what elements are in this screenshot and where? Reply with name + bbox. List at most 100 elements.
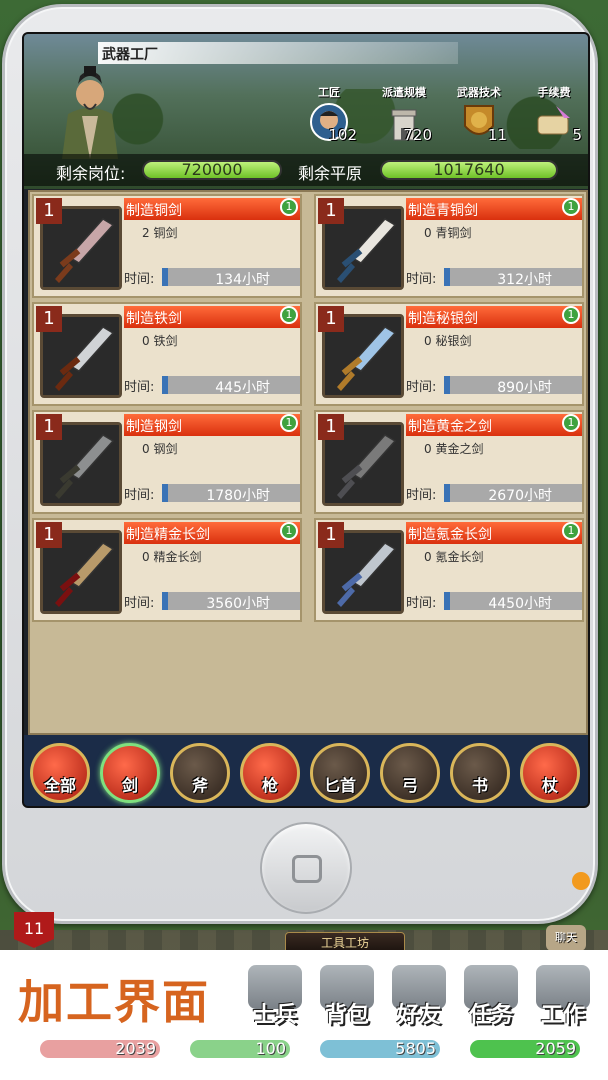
category-tabs: 全部 剑 斧 枪 匕首 弓 书 杖 (24, 735, 588, 806)
factory-header: 武器工厂 工匠 102 派遣规模 720 武器技术 11 手续费 5 剩余岗位:… (24, 34, 588, 189)
menu-soldier[interactable]: 士兵 (240, 965, 310, 1029)
item-name-bar: 制造氪金长剑 (406, 522, 582, 544)
item-stock: 0 氪金长剑 (424, 550, 484, 564)
weapon-card[interactable]: 1 制造精金长剑 1 0 精金长剑 时间: 3560小时 (32, 518, 302, 622)
weapon-card[interactable]: 1 制造秘银剑 1 0 秘银剑 时间: 890小时 (314, 302, 584, 406)
tab-sword[interactable]: 剑 (100, 743, 160, 803)
item-name-bar: 制造青铜剑 (406, 198, 582, 220)
tab-axe[interactable]: 斧 (170, 743, 230, 803)
screen-caption: 加工界面 (18, 975, 210, 1029)
item-count-badge: 1 (562, 198, 580, 216)
item-name-bar: 制造铜剑 (124, 198, 300, 220)
item-stock: 2 铜剑 (142, 226, 178, 240)
menu-friends[interactable]: 好友 (384, 965, 454, 1029)
chat-label: 聊天 (555, 931, 577, 944)
tab-spear[interactable]: 枪 (240, 743, 300, 803)
time-label: 时间: (406, 596, 437, 611)
time-label: 时间: (124, 596, 155, 611)
item-quantity: 1 (36, 414, 62, 440)
stat-label: 派遣规模 (382, 86, 426, 99)
tab-label: 匕首 (323, 776, 356, 795)
item-name-bar: 制造黄金之剑 (406, 414, 582, 436)
weapon-card[interactable]: 1 制造黄金之剑 1 0 黄金之剑 时间: 2670小时 (314, 410, 584, 514)
tab-bow[interactable]: 弓 (380, 743, 440, 803)
land-bar: 1017640 (380, 160, 558, 180)
stat-dispatch: 派遣规模 720 (374, 84, 434, 144)
phone-frame: 武器工厂 工匠 102 派遣规模 720 武器技术 11 手续费 5 剩余岗位:… (2, 4, 598, 924)
hud-resource-value: 100 (255, 1039, 286, 1058)
hud-resource-value: 5805 (395, 1039, 436, 1058)
jobs-value: 720000 (181, 160, 243, 179)
time-value: 312小时 (497, 272, 552, 288)
time-value: 2670小时 (488, 488, 552, 504)
item-stock: 0 秘银剑 (424, 334, 472, 348)
item-name: 制造钢剑 (126, 419, 182, 435)
time-bar: 1780小时 (162, 484, 300, 504)
menu-quest-book[interactable]: 任务 (456, 965, 526, 1029)
stat-fee: 手续费 5 (524, 84, 584, 144)
time-bar: 3560小时 (162, 592, 300, 612)
menu-label: 士兵 (252, 1003, 297, 1028)
item-quantity: 1 (36, 306, 62, 332)
jobs-label: 剩余岗位: (56, 164, 126, 183)
item-name-bar: 制造秘银剑 (406, 306, 582, 328)
time-label: 时间: (406, 380, 437, 395)
item-name: 制造铁剑 (126, 311, 182, 327)
weapon-grid: 1 制造铜剑 1 2 铜剑 时间: 134小时 1 制造青铜剑 1 0 青铜剑 … (28, 190, 588, 735)
tab-dagger[interactable]: 匕首 (310, 743, 370, 803)
stat-value: 11 (487, 126, 507, 144)
title-bar: 武器工厂 (98, 42, 458, 64)
tab-label: 杖 (541, 776, 558, 795)
land-value: 1017640 (433, 160, 505, 179)
page-title: 武器工厂 (102, 47, 158, 63)
time-bar: 312小时 (444, 268, 582, 288)
stat-label: 手续费 (537, 86, 571, 99)
item-stock: 0 铁剑 (142, 334, 178, 348)
tab-all[interactable]: 全部 (30, 743, 90, 803)
home-square-icon (292, 855, 322, 883)
menu-label: 背包 (324, 1003, 369, 1028)
stat-value: 102 (328, 126, 357, 144)
time-bar: 445小时 (162, 376, 300, 396)
item-count-badge: 1 (280, 198, 298, 216)
item-name: 制造秘银剑 (408, 311, 478, 327)
item-stock: 0 钢剑 (142, 442, 178, 456)
time-bar: 134小时 (162, 268, 300, 288)
time-bar: 2670小时 (444, 484, 582, 504)
land-label: 剩余平原 (298, 164, 363, 183)
stat-value: 5 (572, 126, 582, 144)
home-button[interactable] (260, 822, 352, 914)
item-name-bar: 制造铁剑 (124, 306, 300, 328)
weapon-card[interactable]: 1 制造铜剑 1 2 铜剑 时间: 134小时 (32, 194, 302, 298)
level-value: 11 (23, 919, 45, 938)
item-count-badge: 1 (280, 414, 298, 432)
tab-book[interactable]: 书 (450, 743, 510, 803)
weapon-card[interactable]: 1 制造铁剑 1 0 铁剑 时间: 445小时 (32, 302, 302, 406)
item-name: 制造铜剑 (126, 203, 182, 219)
weapon-card[interactable]: 1 制造氪金长剑 1 0 氪金长剑 时间: 4450小时 (314, 518, 584, 622)
menu-work-joystick[interactable]: 工作 (528, 965, 598, 1029)
item-name: 制造黄金之剑 (408, 419, 492, 435)
item-quantity: 1 (36, 522, 62, 548)
tab-label: 斧 (191, 776, 208, 795)
time-label: 时间: (124, 380, 155, 395)
menu-bag[interactable]: 背包 (312, 965, 382, 1029)
time-label: 时间: (124, 488, 155, 503)
chat-button[interactable]: 聊天 (546, 925, 586, 951)
time-value: 4450小时 (488, 596, 552, 612)
item-name: 制造氪金长剑 (408, 527, 492, 543)
time-value: 1780小时 (206, 488, 270, 504)
tab-staff[interactable]: 杖 (520, 743, 580, 803)
item-stock: 0 精金长剑 (142, 550, 202, 564)
phone-screen: 武器工厂 工匠 102 派遣规模 720 武器技术 11 手续费 5 剩余岗位:… (22, 32, 590, 808)
hud-resource-bar: 5805 (320, 1039, 440, 1058)
item-name-bar: 制造精金长剑 (124, 522, 300, 544)
tab-label: 书 (471, 776, 488, 795)
item-name: 制造精金长剑 (126, 527, 210, 543)
stat-label: 工匠 (318, 86, 340, 99)
hud-resource-value: 2059 (535, 1039, 576, 1058)
jobs-bar: 720000 (142, 160, 282, 180)
resource-row: 剩余岗位: 720000 剩余平原 1017640 (24, 154, 588, 186)
weapon-card[interactable]: 1 制造青铜剑 1 0 青铜剑 时间: 312小时 (314, 194, 584, 298)
weapon-card[interactable]: 1 制造钢剑 1 0 钢剑 时间: 1780小时 (32, 410, 302, 514)
